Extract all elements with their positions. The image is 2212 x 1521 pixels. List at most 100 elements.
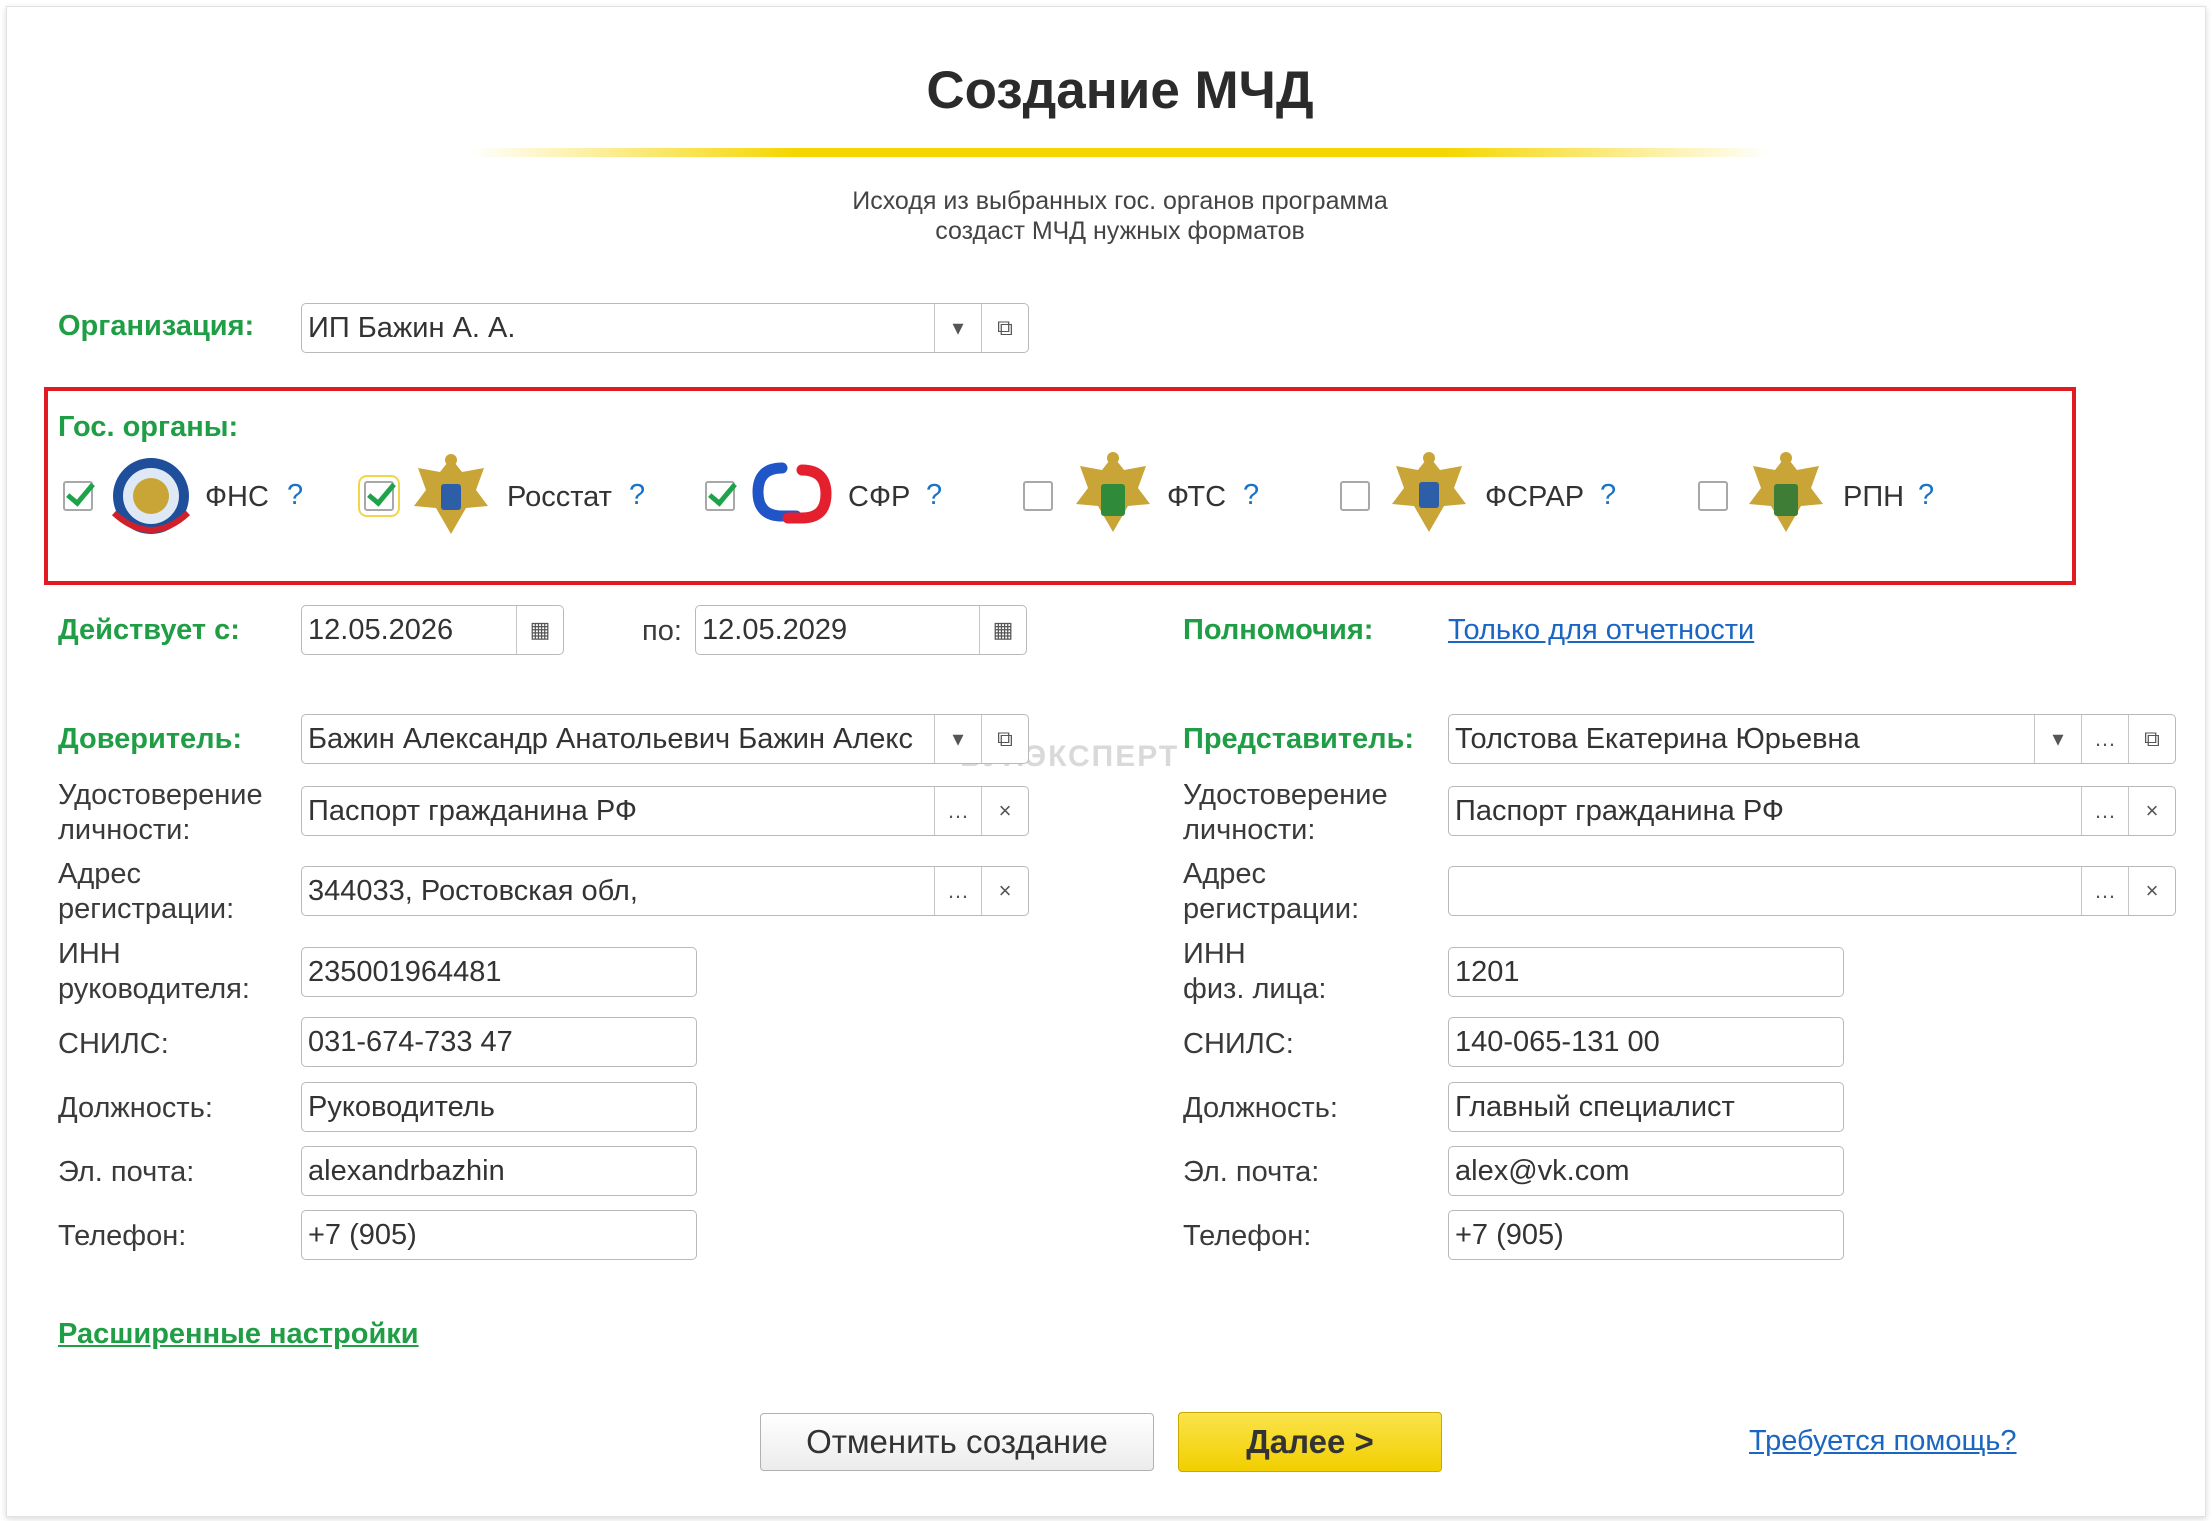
clear-icon[interactable]: × — [2128, 867, 2175, 915]
dropdown-arrow-icon[interactable]: ▾ — [934, 304, 981, 352]
principal-address-label: Адрес регистрации: — [58, 857, 234, 927]
representative-address-field[interactable]: … × — [1448, 866, 2176, 916]
representative-position-value: Главный специалист — [1455, 1090, 1735, 1123]
help-link[interactable]: Требуется помощь? — [1749, 1425, 2017, 1458]
principal-inn-label-line1: ИНН — [58, 938, 121, 970]
next-button[interactable]: Далее > — [1178, 1412, 1442, 1472]
principal-position-field[interactable]: Руководитель — [301, 1082, 697, 1132]
representative-inn-value: 1201 — [1455, 955, 1520, 988]
principal-snils-field[interactable]: 031-674-733 47 — [301, 1017, 697, 1067]
representative-inn-field[interactable]: 1201 — [1448, 947, 1844, 997]
principal-position-value: Руководитель — [308, 1090, 495, 1123]
agency-rpn-checkbox[interactable] — [1698, 481, 1728, 511]
principal-address-label-line2: регистрации: — [58, 893, 235, 925]
agency-fns-help[interactable]: ? — [287, 479, 303, 512]
sfr-logo-icon — [752, 462, 832, 524]
representative-id-value: Паспорт гражданина РФ — [1455, 794, 1784, 827]
fsrar-emblem-icon — [1392, 452, 1466, 532]
principal-email-field[interactable]: alexandrbazhin — [301, 1146, 697, 1196]
representative-phone-field[interactable]: +7 (905) — [1448, 1210, 1844, 1260]
subtitle: Исходя из выбранных гос. органов програм… — [0, 186, 2212, 246]
advanced-settings-link[interactable]: Расширенные настройки — [58, 1318, 419, 1351]
principal-id-field[interactable]: Паспорт гражданина РФ … × — [301, 786, 1029, 836]
clear-icon[interactable]: × — [981, 787, 1028, 835]
representative-snils-field[interactable]: 140-065-131 00 — [1448, 1017, 1844, 1067]
principal-address-field[interactable]: 344033, Ростовская обл, … × — [301, 866, 1029, 916]
agency-fts-help[interactable]: ? — [1243, 479, 1259, 512]
select-ellipsis-icon[interactable]: … — [2081, 787, 2128, 835]
clear-icon[interactable]: × — [981, 867, 1028, 915]
agency-rosstat-checkbox[interactable] — [358, 475, 400, 517]
select-ellipsis-icon[interactable]: … — [934, 867, 981, 915]
open-icon[interactable]: ⧉ — [2128, 715, 2175, 763]
representative-id-label: Удостоверение личности: — [1183, 778, 1388, 848]
dropdown-arrow-icon[interactable]: ▾ — [2034, 715, 2081, 763]
dropdown-arrow-icon[interactable]: ▾ — [934, 715, 981, 763]
open-icon[interactable]: ⧉ — [981, 304, 1028, 352]
representative-label: Представитель: — [1183, 723, 1415, 755]
rosstat-emblem-icon — [414, 454, 488, 534]
principal-label: Доверитель: — [58, 723, 243, 755]
agency-sfr-checkbox[interactable] — [705, 481, 735, 511]
representative-inn-label-line1: ИНН — [1183, 938, 1246, 970]
principal-inn-value: 235001964481 — [308, 955, 502, 988]
representative-phone-label: Телефон: — [1183, 1220, 1312, 1252]
powers-label: Полномочия: — [1183, 614, 1374, 646]
agency-sfr-help[interactable]: ? — [926, 479, 942, 512]
principal-phone-field[interactable]: +7 (905) — [301, 1210, 697, 1260]
representative-id-field[interactable]: Паспорт гражданина РФ … × — [1448, 786, 2176, 836]
agency-rpn-help[interactable]: ? — [1918, 479, 1934, 512]
representative-select[interactable]: Толстова Екатерина Юрьевна ▾ … ⧉ — [1448, 714, 2176, 764]
cancel-button[interactable]: Отменить создание — [760, 1413, 1154, 1471]
page-title: Создание МЧД — [926, 61, 1314, 120]
agency-fts-checkbox[interactable] — [1023, 481, 1053, 511]
principal-email-value: alexandrbazhin — [308, 1154, 505, 1187]
agency-rpn-label: РПН — [1843, 481, 1905, 513]
principal-phone-value: +7 (905) — [308, 1218, 417, 1251]
agency-sfr-label: СФР — [848, 481, 911, 513]
representative-email-value: alex@vk.com — [1455, 1154, 1630, 1187]
calendar-icon[interactable]: ▦ — [979, 606, 1026, 654]
principal-inn-label: ИНН руководителя: — [58, 937, 250, 1007]
organization-select[interactable]: ИП Бажин А. А. ▾ ⧉ — [301, 303, 1029, 353]
agency-fsrar-help[interactable]: ? — [1600, 479, 1616, 512]
principal-select[interactable]: Бажин Александр Анатольевич Бажин Алекс … — [301, 714, 1029, 764]
date-to-field[interactable]: 12.05.2029 ▦ — [695, 605, 1027, 655]
agency-fns-checkbox[interactable] — [63, 481, 93, 511]
representative-phone-value: +7 (905) — [1455, 1218, 1564, 1251]
principal-id-label-line2: личности: — [58, 814, 191, 846]
principal-snils-value: 031-674-733 47 — [308, 1025, 513, 1058]
representative-id-label-line2: личности: — [1183, 814, 1316, 846]
representative-name: Толстова Екатерина Юрьевна — [1455, 722, 1860, 755]
agency-rosstat-help[interactable]: ? — [629, 479, 645, 512]
rpn-emblem-icon — [1749, 452, 1823, 532]
date-to-value: 12.05.2029 — [702, 613, 848, 646]
select-ellipsis-icon[interactable]: … — [934, 787, 981, 835]
select-ellipsis-icon[interactable]: … — [2081, 715, 2128, 763]
fts-emblem-icon — [1076, 452, 1150, 532]
principal-inn-label-line2: руководителя: — [58, 973, 250, 1005]
principal-address-label-line1: Адрес — [58, 858, 142, 890]
subtitle-line-1: Исходя из выбранных гос. органов програм… — [852, 187, 1388, 215]
clear-icon[interactable]: × — [2128, 787, 2175, 835]
agency-fsrar-checkbox[interactable] — [1340, 481, 1370, 511]
agency-fts-label: ФТС — [1167, 481, 1227, 513]
organization-value: ИП Бажин А. А. — [308, 311, 516, 344]
date-from-field[interactable]: 12.05.2026 ▦ — [301, 605, 564, 655]
representative-email-field[interactable]: alex@vk.com — [1448, 1146, 1844, 1196]
powers-link[interactable]: Только для отчетности — [1448, 614, 1754, 647]
calendar-icon[interactable]: ▦ — [516, 606, 563, 654]
principal-position-label: Должность: — [58, 1092, 213, 1124]
representative-snils-value: 140-065-131 00 — [1455, 1025, 1660, 1058]
principal-inn-field[interactable]: 235001964481 — [301, 947, 697, 997]
agencies-label: Гос. органы: — [58, 411, 239, 443]
representative-position-field[interactable]: Главный специалист — [1448, 1082, 1844, 1132]
open-icon[interactable]: ⧉ — [981, 715, 1028, 763]
representative-address-label: Адрес регистрации: — [1183, 857, 1359, 927]
representative-inn-label-line2: физ. лица: — [1183, 973, 1327, 1005]
principal-email-label: Эл. почта: — [58, 1156, 195, 1188]
principal-phone-label: Телефон: — [58, 1220, 187, 1252]
principal-id-value: Паспорт гражданина РФ — [308, 794, 637, 827]
select-ellipsis-icon[interactable]: … — [2081, 867, 2128, 915]
agency-fsrar-label: ФСРАР — [1485, 481, 1585, 513]
